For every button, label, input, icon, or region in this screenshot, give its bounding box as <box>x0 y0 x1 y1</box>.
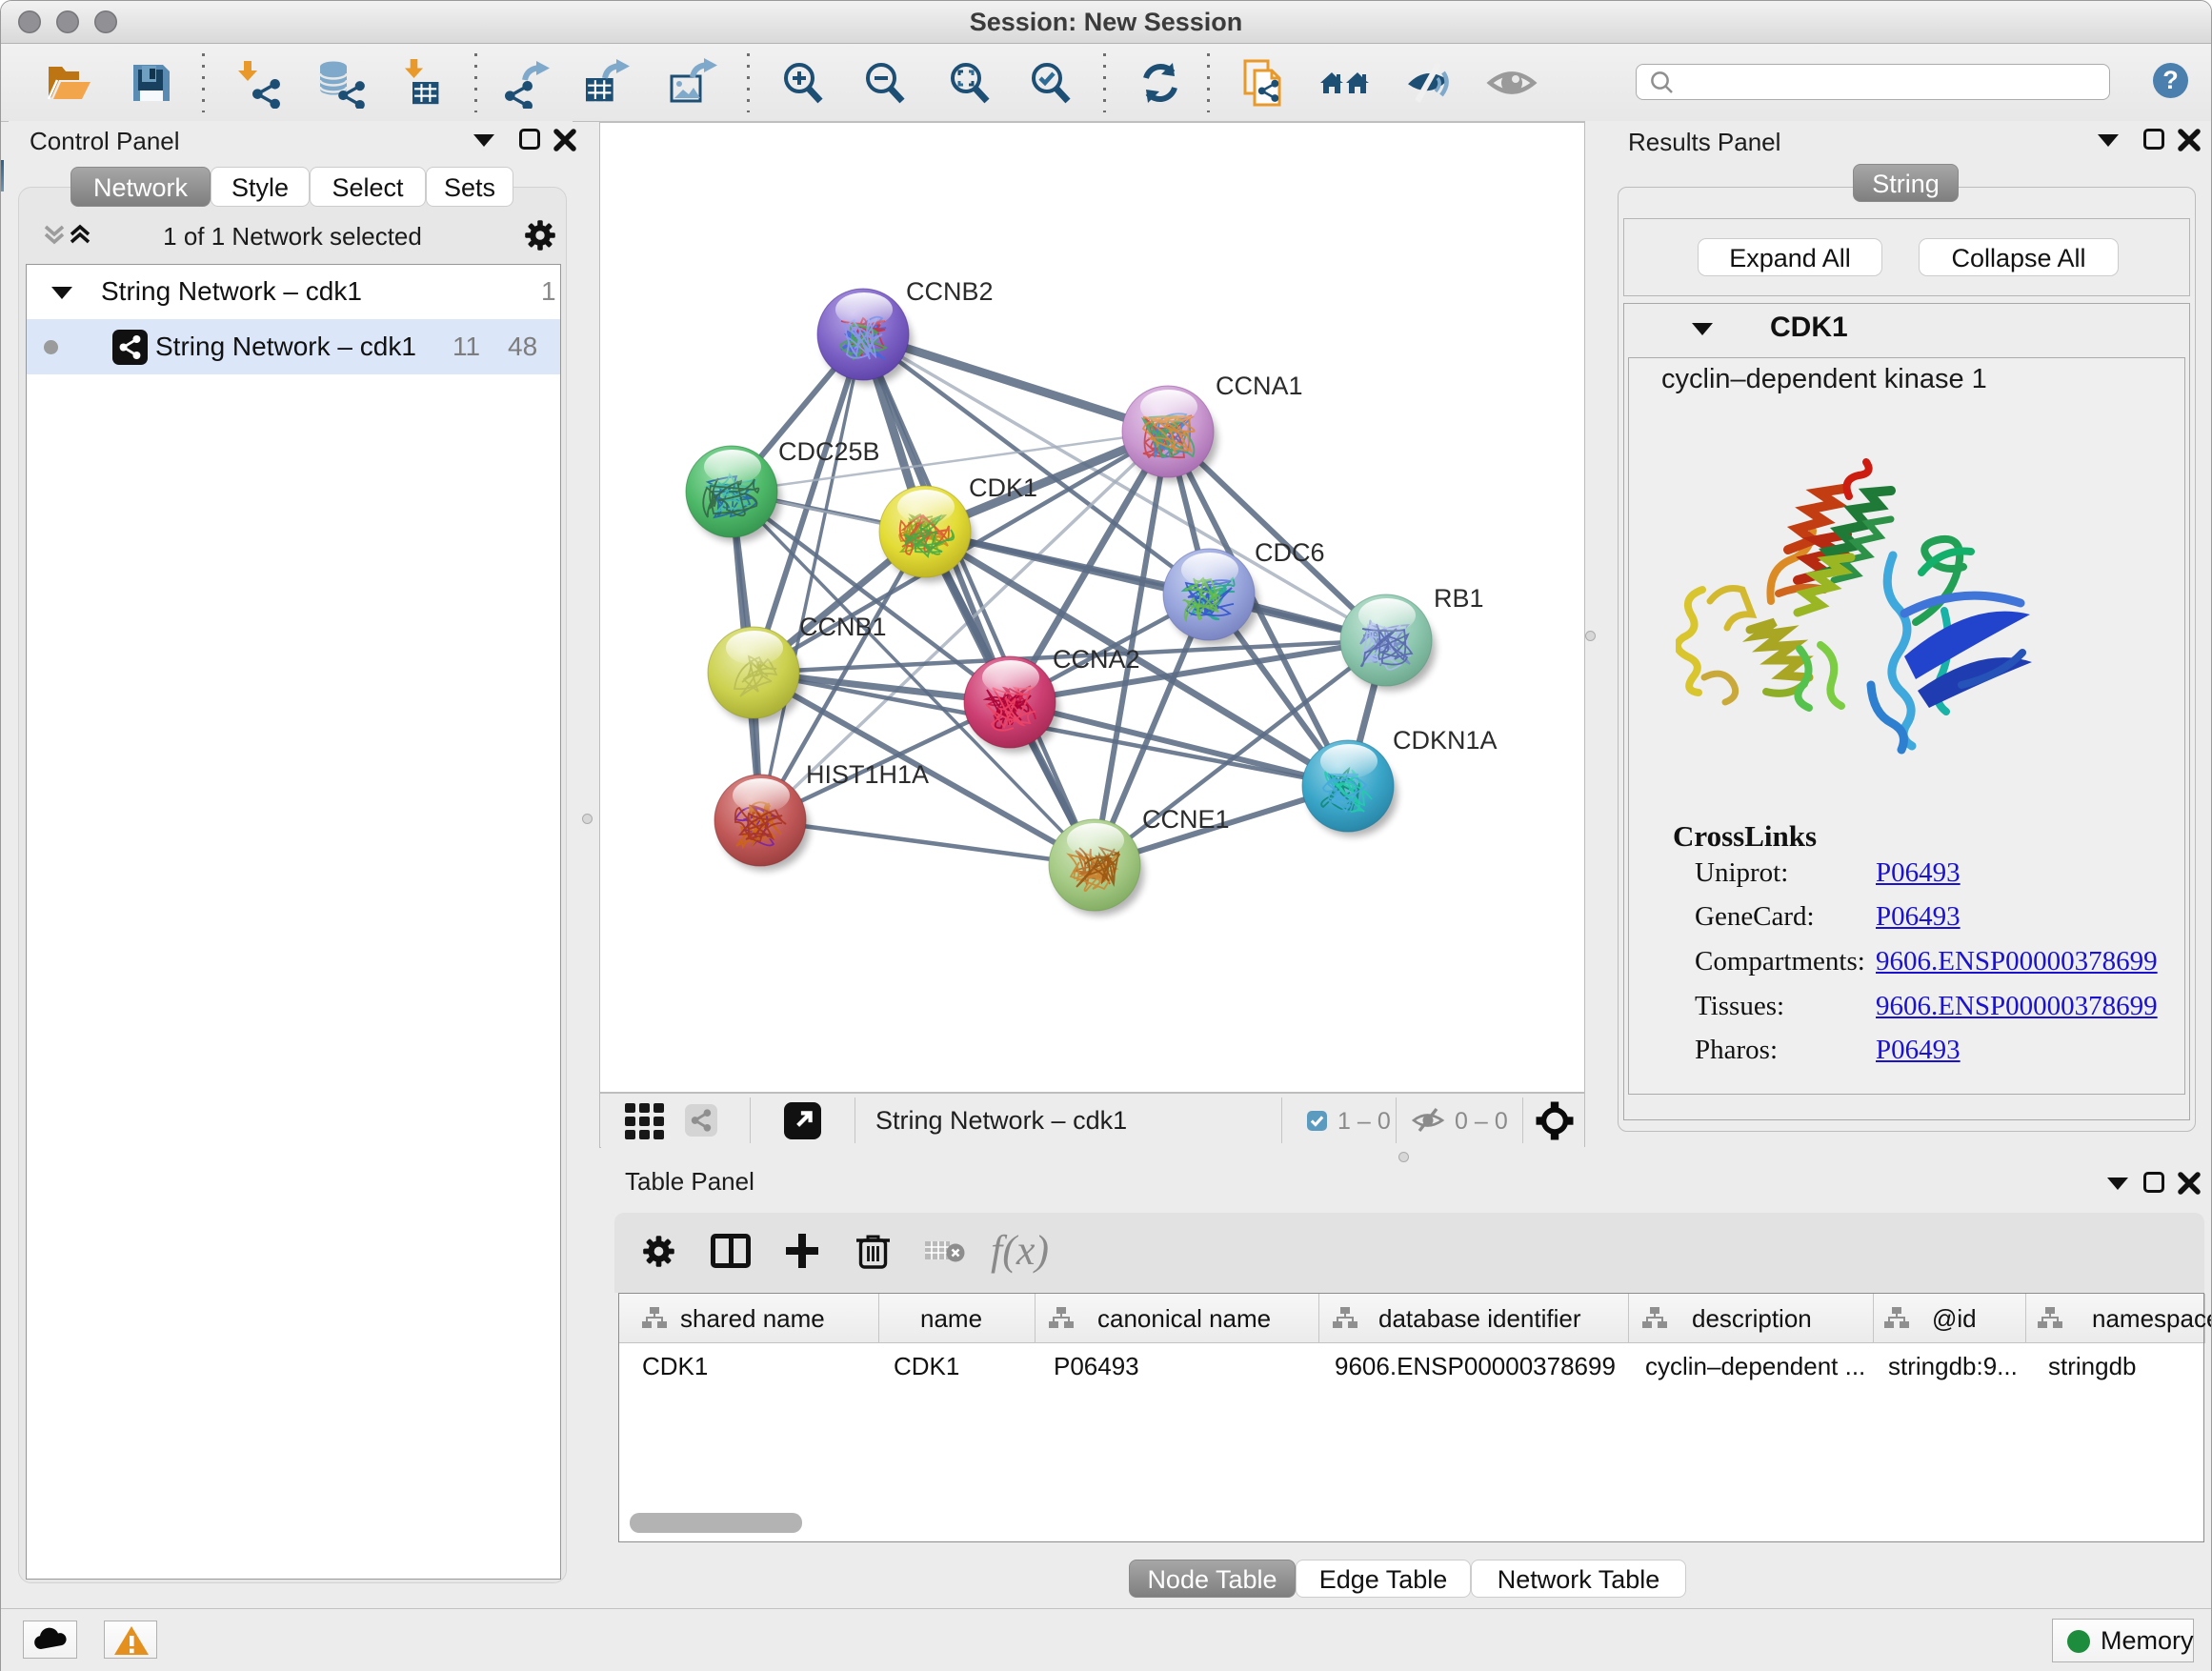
svg-text:CDC6: CDC6 <box>1255 538 1325 567</box>
svg-text:RB1: RB1 <box>1434 584 1484 613</box>
svg-text:CDC25B: CDC25B <box>778 437 880 466</box>
svg-text:HIST1H1A: HIST1H1A <box>806 760 929 789</box>
svg-text:CCNA2: CCNA2 <box>1053 645 1140 674</box>
svg-text:CDKN1A: CDKN1A <box>1393 726 1498 755</box>
svg-text:CCNB2: CCNB2 <box>906 277 994 306</box>
svg-text:CCNE1: CCNE1 <box>1142 805 1230 834</box>
svg-text:CCNB1: CCNB1 <box>799 613 887 641</box>
svg-text:CDK1: CDK1 <box>969 473 1037 502</box>
svg-text:CCNA1: CCNA1 <box>1216 372 1303 400</box>
